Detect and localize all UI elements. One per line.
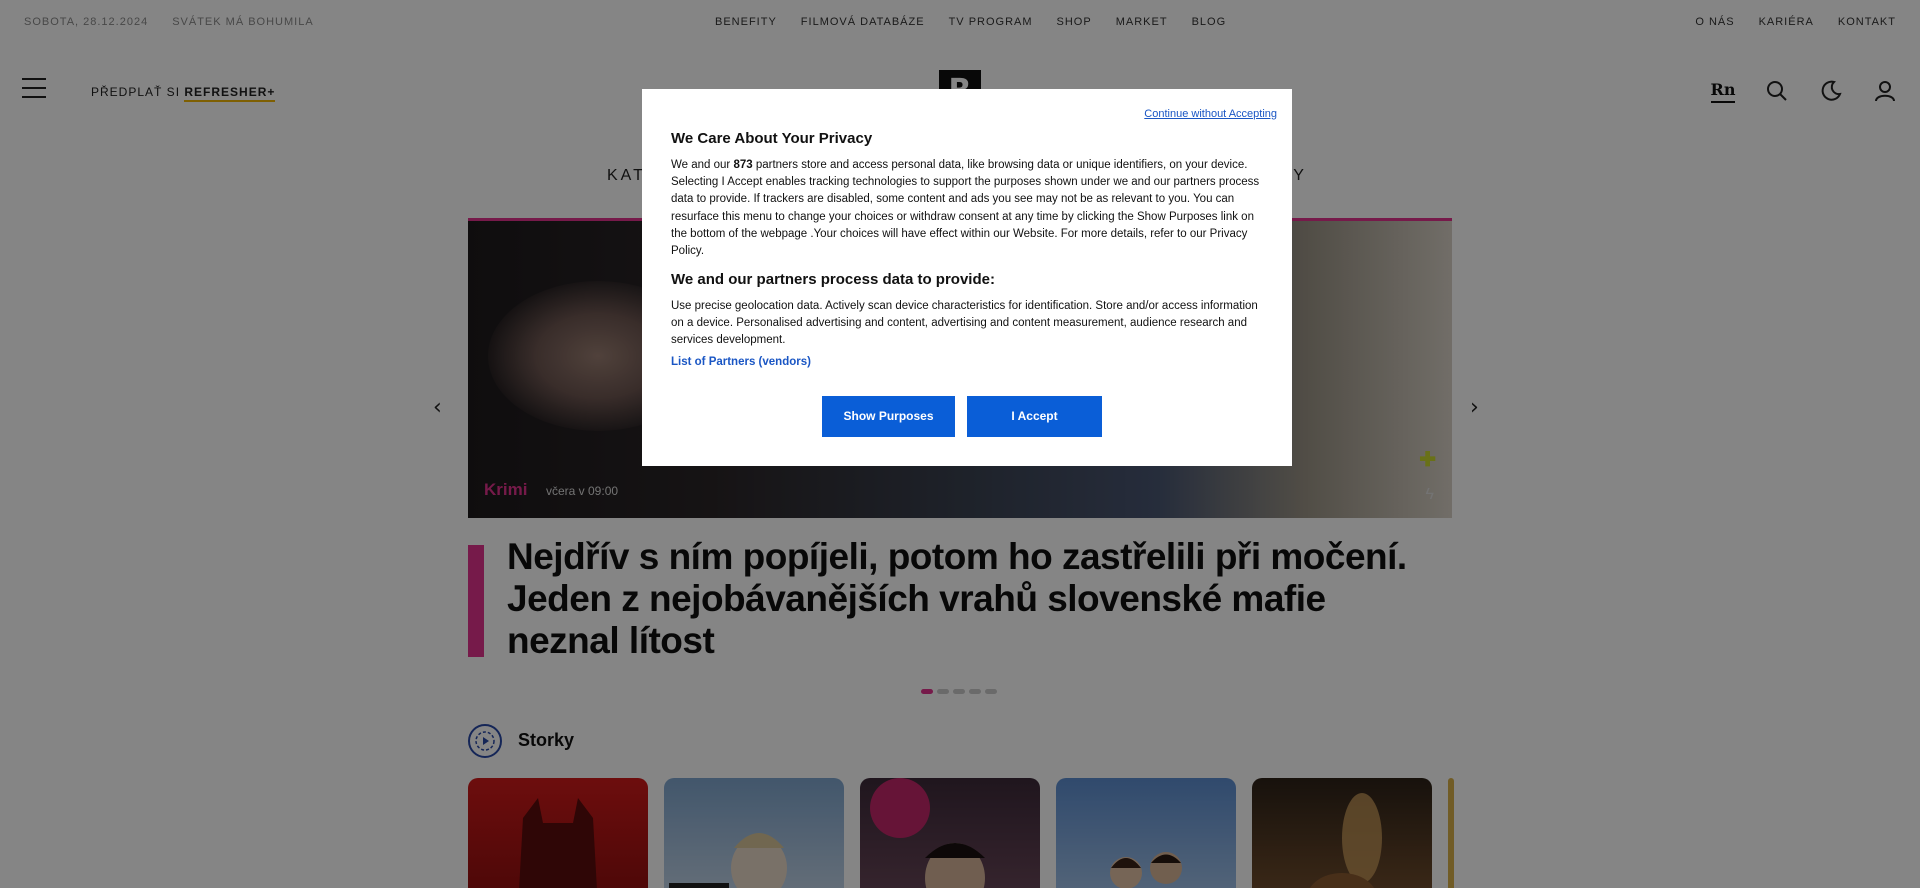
consent-description: We and our 873 partners store and access…	[671, 159, 1260, 258]
consent-dialog: Continue without Accepting We Care About…	[642, 89, 1292, 466]
show-purposes-button[interactable]: Show Purposes	[822, 396, 955, 437]
continue-without-accepting-link[interactable]: Continue without Accepting	[1144, 108, 1277, 120]
accept-button[interactable]: I Accept	[967, 396, 1102, 437]
partner-count: 873	[733, 159, 753, 171]
consent-subtitle: We and our partners process data to prov…	[671, 271, 995, 288]
consent-purposes: Use precise geolocation data. Actively s…	[671, 300, 1258, 347]
consent-title: We Care About Your Privacy	[671, 130, 873, 147]
list-of-partners-link[interactable]: List of Partners (vendors)	[671, 356, 811, 368]
